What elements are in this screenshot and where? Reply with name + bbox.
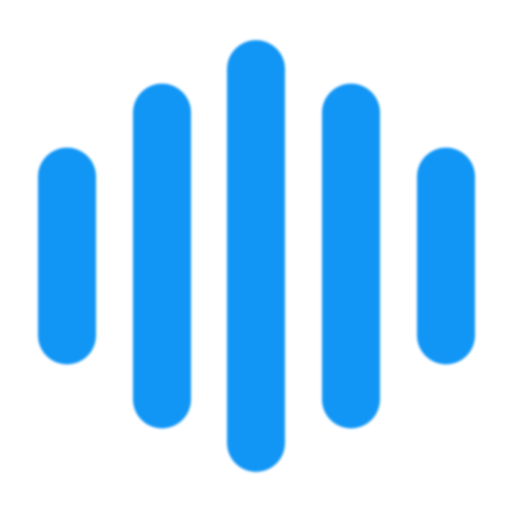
sound-wave-icon [38, 40, 475, 472]
icon-canvas [0, 0, 512, 512]
